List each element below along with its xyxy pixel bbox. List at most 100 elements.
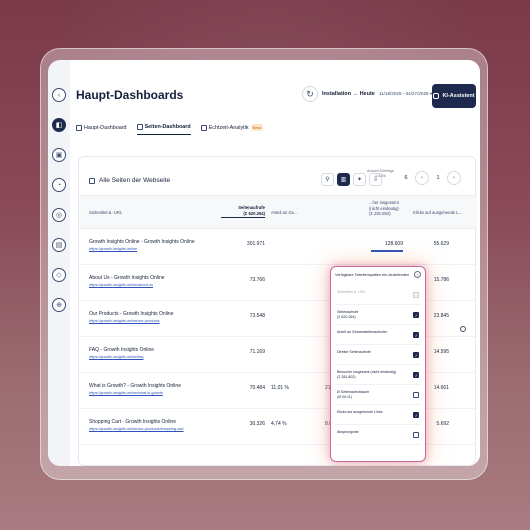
shop-icon[interactable]: ▣ — [52, 148, 66, 162]
row-url[interactable]: https://growth-insights.online/our-produ… — [89, 427, 184, 431]
dashboard-tab-icon — [76, 124, 82, 131]
card-title: Alle Seiten der Webseite — [89, 177, 170, 184]
column-toggle-label: Absprungrate — [337, 430, 359, 434]
column-toggle-label: Ø Seitenaufrufdauer (Ø 00:11) — [337, 390, 370, 399]
ki-assistant-label: KI-Assistent — [442, 93, 475, 99]
col-views[interactable]: Seitenaufrufe (Σ 620.264) — [221, 205, 265, 218]
column-toggle-item[interactable]: Seitenaufrufe (Σ 620.264) — [335, 307, 421, 325]
row-url[interactable]: https://growth-insights.online/what-is-g… — [89, 391, 163, 395]
row-share: 11,01 % — [271, 385, 289, 391]
row-title: FAQ - Growth Insights Online — [89, 347, 155, 353]
row-share: 4,74 % — [271, 421, 287, 427]
column-toggle-item: Seitentitel & -URL — [335, 287, 421, 305]
column-toggle-item[interactable]: Direkte Seitenaufrufe — [335, 347, 421, 365]
column-toggle-item[interactable]: Absprungrate — [335, 427, 421, 445]
row-title: What is Growth? - Growth Insights Online — [89, 383, 181, 389]
page-title: Haupt-Dashboards — [76, 88, 184, 102]
column-toggle-checkbox[interactable] — [413, 392, 419, 398]
entries-range: 1-6/26 — [375, 174, 386, 178]
column-toggle-checkbox — [413, 292, 419, 298]
entries-info: Anzahl Einträge 1-6/26 — [367, 169, 394, 179]
row-clicks: 14.595 — [433, 349, 449, 355]
row-title: About Us - Growth Insights Online — [89, 275, 165, 281]
row-url[interactable]: https://growth-insights.online — [89, 247, 137, 251]
next-page-icon[interactable]: › — [447, 171, 461, 185]
tab-realtime[interactable]: Echtzeit-Analytik Beta — [200, 124, 263, 135]
card-title-text: Alle Seiten der Webseite — [99, 177, 171, 184]
installation-selector[interactable]: Installation → Heute — [322, 91, 375, 97]
header-controls: ↻ Installation → Heute 11/18/2025 - 04/2… — [302, 86, 432, 102]
realtime-tab-icon — [200, 124, 207, 131]
column-toggle-checkbox[interactable] — [413, 312, 419, 318]
column-toggle-label: Seitentitel & -URL — [337, 290, 366, 294]
scroll-indicator[interactable] — [460, 326, 466, 332]
chart-icon[interactable]: ◔ — [52, 178, 66, 192]
column-toggle-checkbox[interactable] — [413, 432, 419, 438]
columns-icon[interactable]: ▥ — [337, 173, 350, 186]
pagination: 6 ‹ 1 › — [401, 171, 461, 185]
column-toggle-checkbox[interactable] — [413, 332, 419, 338]
tab-label: Seiten-Dashboard — [144, 124, 191, 130]
row-visitors-bar — [371, 250, 403, 252]
table-header: Seitentitel & -URL Seitenaufrufe (Σ 620.… — [79, 195, 477, 229]
row-title: Our Products - Growth Insights Online — [89, 311, 174, 317]
row-clicks: 15.786 — [433, 277, 449, 283]
tab-bar: Haupt-Dashboard Seiten-Dashboard Echtzei… — [76, 124, 263, 135]
row-title: Growth Insights Online - Growth Insights… — [89, 239, 195, 245]
row-views: 73.548 — [249, 313, 265, 319]
dashboard-icon[interactable]: ◧ — [52, 118, 66, 132]
tab-label: Echtzeit-Analytik — [208, 124, 249, 131]
row-url[interactable]: https://growth-insights.online/faq — [89, 355, 143, 359]
date-range-picker[interactable]: 11/18/2025 - 04/27/2026 ▾ — [379, 91, 432, 97]
column-toggle-label: Direkte Seitenaufrufe — [337, 350, 371, 354]
target-icon[interactable]: ◎ — [52, 208, 66, 222]
ai-icon[interactable]: ✦ — [353, 173, 366, 186]
row-views: 301.971 — [246, 241, 265, 247]
pages-tab-icon — [136, 124, 143, 130]
column-toggle-item[interactable]: Anteil an Gesamtseitenaufrufen — [335, 327, 421, 345]
back-icon[interactable]: ‹ — [52, 88, 66, 102]
tab-main-dashboard[interactable]: Haupt-Dashboard — [76, 124, 127, 135]
row-url[interactable]: https://growth-insights.online/about-us — [89, 283, 153, 287]
row-url[interactable]: https://growth-insights.online/our-produ… — [89, 319, 160, 323]
column-visibility-popup: Verfügbare Tabellenspalten ein-/ausblend… — [330, 266, 426, 462]
prev-page-icon[interactable]: ‹ — [415, 171, 429, 185]
column-toggle-checkbox[interactable] — [413, 412, 419, 418]
filter-icon[interactable]: ⚲ — [321, 173, 334, 186]
tab-pages-dashboard[interactable]: Seiten-Dashboard — [136, 124, 191, 135]
col-views-total: (Σ 620.264) — [243, 210, 265, 216]
col-share[interactable]: Anteil an Ge... — [271, 210, 298, 216]
shield-icon[interactable]: ◇ — [52, 268, 66, 282]
row-clicks: 55.629 — [433, 241, 449, 247]
beta-badge: Beta — [250, 124, 263, 131]
checkbox-icon[interactable] — [89, 177, 95, 184]
column-toggle-label: Klicks auf ausgehende Links — [337, 410, 383, 414]
page-size-select[interactable]: 6 — [401, 175, 411, 181]
row-title: Shopping Cart - Growth Insights Online — [89, 419, 176, 425]
col-clicks[interactable]: Klicks auf ausgehende L... — [413, 210, 462, 216]
current-page: 1 — [436, 175, 440, 181]
ki-assistant-button[interactable]: KI-Assistent — [432, 84, 476, 108]
close-icon[interactable]: × — [414, 271, 421, 278]
column-toggle-checkbox[interactable] — [413, 372, 419, 378]
column-toggle-item[interactable]: Klicks auf ausgehende Links — [335, 407, 421, 425]
column-toggle-checkbox[interactable] — [413, 352, 419, 358]
report-icon[interactable]: ▤ — [52, 238, 66, 252]
table-row[interactable]: Growth Insights Online - Growth Insights… — [79, 229, 477, 265]
popup-title: Verfügbare Tabellenspalten ein-/ausblend… — [335, 273, 410, 277]
column-toggle-item[interactable]: Besucher insgesamt (nicht eindeutig) (Σ 2… — [335, 367, 421, 385]
column-toggle-label: Seitenaufrufe (Σ 620.264) — [337, 310, 359, 319]
row-clicks: 5.692 — [436, 421, 449, 427]
app-window: ‹ ◧ ▣ ◔ ◎ ▤ ◇ ⊕ Haupt-Dashboards ↻ Insta… — [48, 60, 480, 466]
row-views: 70.484 — [249, 385, 265, 391]
col-page[interactable]: Seitentitel & -URL — [89, 210, 122, 216]
col-visitors-label: ...her insgesamt — [369, 200, 399, 205]
col-visitors-total: (Σ 281.802) — [369, 211, 391, 216]
row-views: 30.326 — [249, 421, 265, 427]
globe-icon[interactable]: ⊕ — [52, 298, 66, 312]
row-clicks: 23.845 — [433, 313, 449, 319]
chat-icon — [433, 93, 440, 99]
column-toggle-item[interactable]: Ø Seitenaufrufdauer (Ø 00:11) — [335, 387, 421, 405]
refresh-icon[interactable]: ↻ — [302, 86, 318, 102]
col-visitors[interactable]: ...her insgesamt (nicht eindeutig) (Σ 28… — [369, 200, 399, 217]
